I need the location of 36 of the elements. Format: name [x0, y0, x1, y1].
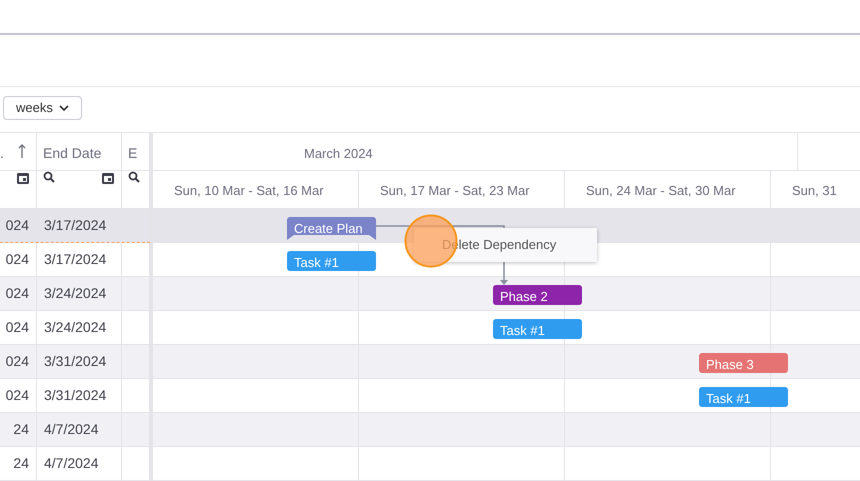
table-cell-text: 3/24/2024	[44, 318, 106, 337]
table-cell-text: 24	[13, 454, 29, 473]
grid-row[interactable]: 24 4/7/2024	[0, 413, 150, 447]
search-icon[interactable]	[128, 171, 140, 183]
table-cell-text: 024	[6, 386, 29, 405]
week-label: Sun, 24 Mar - Sat, 30 Mar	[586, 183, 736, 198]
phase-bar[interactable]: Phase 2	[493, 285, 582, 305]
table-cell-text: 3/17/2024	[44, 216, 106, 235]
grid-row[interactable]: 024 3/24/2024	[0, 277, 150, 311]
column-header[interactable]: .	[0, 143, 4, 164]
week-label: Sun, 10 Mar - Sat, 16 Mar	[174, 183, 324, 198]
table-cell-text: 024	[6, 284, 29, 303]
table-cell-text: 4/7/2024	[44, 454, 98, 473]
table-cell-text: 024	[6, 352, 29, 371]
table-cell-text: 3/17/2024	[44, 250, 106, 269]
search-icon[interactable]	[43, 171, 55, 183]
table-cell-text: 3/31/2024	[44, 352, 106, 371]
week-label: Sun, 31	[792, 183, 837, 198]
calendar-icon[interactable]	[16, 171, 30, 185]
table-cell-text: 024	[6, 318, 29, 337]
month-label: March 2024	[304, 146, 373, 161]
column-header[interactable]: E	[128, 143, 138, 164]
table-cell-text: 024	[6, 250, 29, 269]
chevron-down-icon	[58, 105, 69, 111]
calendar-icon[interactable]	[101, 171, 115, 185]
zoom-dropdown[interactable]: weeks	[3, 96, 82, 120]
table-cell-text: 4/7/2024	[44, 420, 98, 439]
sort-ascending-icon[interactable]	[18, 143, 26, 159]
table-cell-text: 3/31/2024	[44, 386, 106, 405]
table-cell-text: 3/24/2024	[44, 284, 106, 303]
grid-row[interactable]: 024 3/17/2024	[0, 209, 150, 243]
table-cell-text: 024	[6, 216, 29, 235]
week-label: Sun, 17 Mar - Sat, 23 Mar	[380, 183, 530, 198]
table-cell-text: 24	[13, 420, 29, 439]
column-header[interactable]: End Date	[43, 143, 102, 164]
grid-row[interactable]: 024 3/31/2024	[0, 345, 150, 379]
